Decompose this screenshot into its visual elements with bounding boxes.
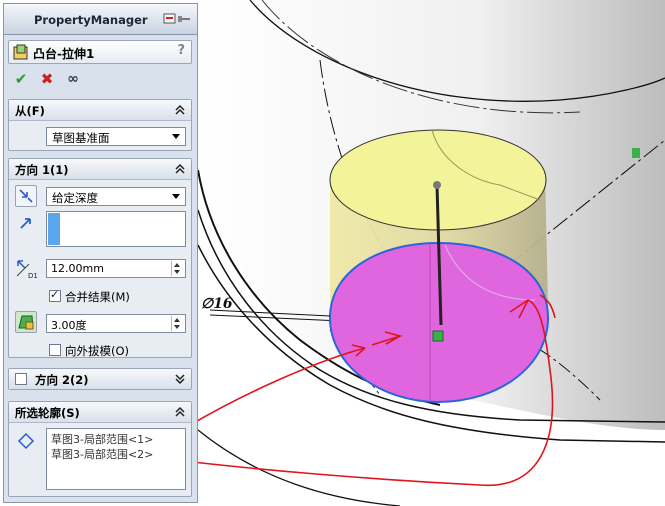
merge-result-checkbox[interactable]: ✓	[49, 288, 61, 302]
direction-selection-box[interactable]	[46, 211, 186, 247]
direction-vector-icon	[20, 218, 31, 229]
collapse-chevron-icon[interactable]	[174, 104, 186, 116]
cancel-x-icon[interactable]: ✖	[38, 70, 56, 88]
pin-icon[interactable]	[163, 12, 191, 26]
from-group-title: 从(F)	[15, 104, 45, 118]
from-select-value: 草图基准面	[52, 131, 110, 145]
depth-icon: D1	[16, 260, 38, 280]
end-condition-value: 给定深度	[52, 191, 98, 205]
from-group: 从(F) 草图基准面	[8, 99, 192, 151]
direction1-group: 方向 1(1) 给定深度 D1 12.00mm ✓ 合并结果(M) 3.00度 …	[8, 158, 192, 358]
collapse-chevron-icon[interactable]	[174, 406, 186, 418]
from-select[interactable]: 草图基准面	[46, 127, 186, 146]
list-item[interactable]: 草图3-局部范围<2>	[51, 446, 153, 462]
draft-angle-input[interactable]: 3.00度	[46, 314, 186, 333]
draft-outward-checkbox[interactable]	[49, 344, 61, 356]
check-icon: ✓	[50, 288, 60, 301]
ok-check-icon[interactable]: ✔	[12, 70, 30, 88]
chevron-down-icon	[172, 194, 180, 199]
chevron-down-icon	[172, 134, 180, 139]
direction2-checkbox[interactable]	[15, 373, 27, 385]
direction2-group-title: 方向 2(2)	[35, 373, 89, 387]
svg-text:D1: D1	[28, 272, 38, 280]
expand-chevron-icon[interactable]	[174, 373, 186, 385]
direction1-group-title: 方向 1(1)	[15, 163, 69, 177]
depth-spinner[interactable]	[171, 261, 184, 276]
property-manager-title: PropertyManager	[34, 13, 148, 27]
direction1-group-header[interactable]: 方向 1(1)	[9, 159, 191, 180]
direction2-group-header[interactable]: 方向 2(2)	[9, 369, 191, 389]
property-manager-panel: PropertyManager 凸台-拉伸1 ? ✔ ✖ ∞ 从(F) 草图基准…	[3, 3, 198, 503]
selected-contours-list[interactable]: 草图3-局部范围<1> 草图3-局部范围<2>	[46, 428, 186, 490]
depth-value: 12.00mm	[51, 262, 104, 275]
reverse-direction-button[interactable]	[15, 185, 37, 207]
end-condition-select[interactable]: 给定深度	[46, 187, 186, 206]
property-manager-header: PropertyManager	[4, 4, 197, 35]
draft-angle-spinner[interactable]	[171, 316, 184, 331]
contour-diamond-icon	[17, 432, 35, 450]
draft-toggle-button[interactable]	[15, 311, 37, 333]
dimension-label: ∅16	[201, 296, 233, 312]
list-item[interactable]: 草图3-局部范围<1>	[51, 431, 153, 447]
draft-outward-label: 向外拔模(O)	[65, 344, 130, 358]
help-icon[interactable]: ?	[177, 43, 185, 58]
feature-name: 凸台-拉伸1	[33, 47, 95, 61]
from-group-header[interactable]: 从(F)	[9, 100, 191, 121]
direction2-group: 方向 2(2)	[8, 368, 192, 390]
merge-result-label: 合并结果(M)	[65, 290, 130, 304]
reverse-direction-icon	[19, 189, 33, 203]
selected-contours-header[interactable]: 所选轮廓(S)	[9, 402, 191, 423]
selected-contours-group: 所选轮廓(S) 草图3-局部范围<1> 草图3-局部范围<2>	[8, 401, 192, 497]
selection-focus-bar	[48, 213, 60, 245]
selected-contours-title: 所选轮廓(S)	[15, 406, 80, 420]
collapse-chevron-icon[interactable]	[174, 163, 186, 175]
depth-input[interactable]: 12.00mm	[46, 259, 186, 278]
boss-extrude-icon	[13, 44, 28, 60]
preview-glasses-icon[interactable]: ∞	[64, 70, 82, 88]
draft-icon	[18, 315, 34, 330]
feature-title-bar: 凸台-拉伸1 ?	[8, 40, 192, 64]
draft-angle-value: 3.00度	[51, 319, 87, 332]
